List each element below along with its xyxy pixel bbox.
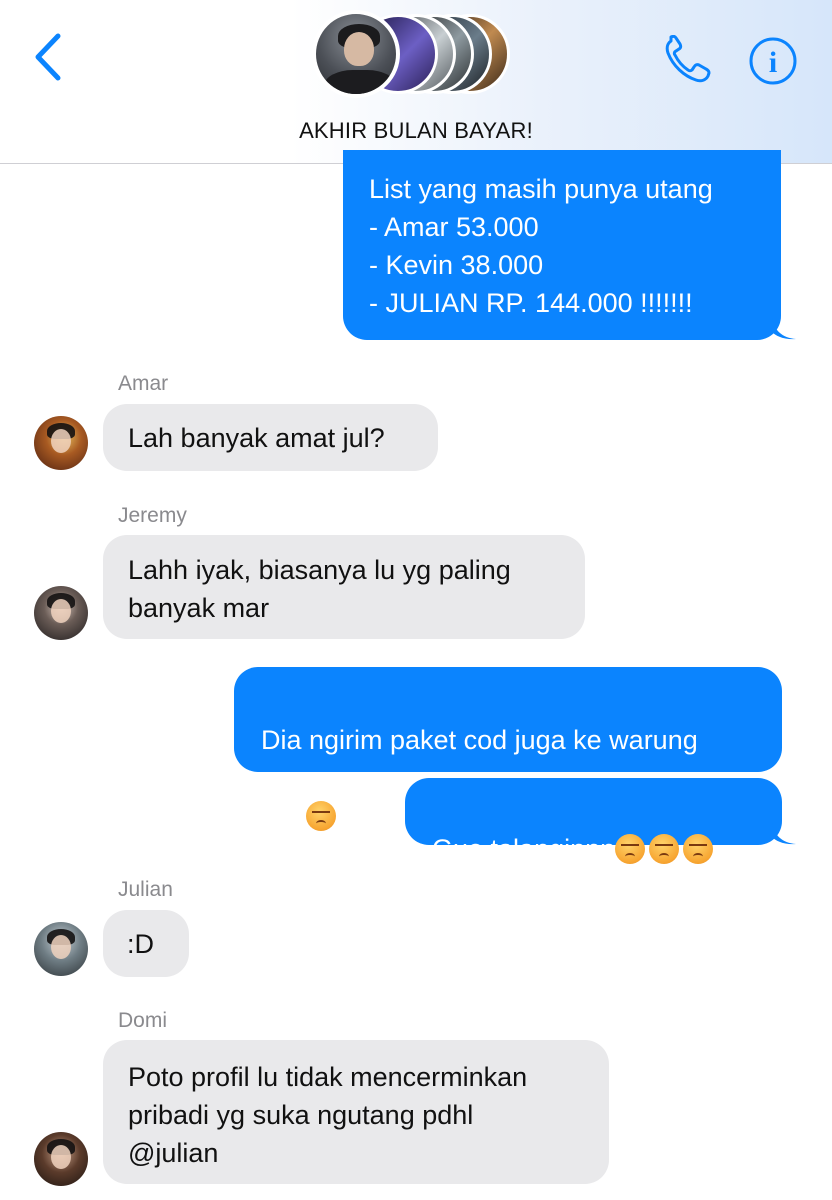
message-text: Gue talanginnn [432,834,616,864]
angry-face-icon [683,834,714,864]
sender-name: Amar [118,372,169,395]
incoming-message[interactable]: Lah banyak amat jul? [103,404,438,471]
bubble-tail [772,823,796,845]
angry-face-icon [306,801,337,831]
outgoing-message[interactable]: Gue talanginnn [405,778,782,864]
incoming-message[interactable]: Poto profil lu tidak mencerminkan pribad… [103,1040,609,1184]
avatar[interactable] [34,416,88,470]
avatar[interactable] [34,586,88,640]
sender-name: Julian [118,878,173,901]
main-avatar [312,10,400,98]
group-avatar-stack[interactable] [312,10,522,100]
chat-header: AKHIR BULAN BAYAR! i [0,0,832,164]
sender-name: Jeremy [118,504,187,527]
outgoing-message[interactable]: Dia ngirim paket cod juga ke warung gue [234,667,782,831]
info-icon[interactable]: i [748,36,798,86]
avatar[interactable] [34,1132,88,1186]
svg-text:i: i [769,46,777,79]
angry-face-icon [615,834,646,864]
phone-icon[interactable] [662,35,714,83]
incoming-message[interactable]: :D [103,910,189,977]
message-text: gue [261,801,307,831]
message-text: Dia ngirim paket cod juga ke warung [261,725,698,755]
incoming-message[interactable]: Lahh iyak, biasanya lu yg paling banyak … [103,535,585,639]
bubble-tail [772,318,796,340]
sender-name: Domi [118,1009,168,1032]
chevron-left-icon[interactable] [30,32,66,82]
avatar[interactable] [34,922,88,976]
angry-face-icon [649,834,680,864]
group-title[interactable]: AKHIR BULAN BAYAR! [0,118,832,144]
outgoing-message[interactable]: List yang masih punya utang - Amar 53.00… [343,150,781,340]
